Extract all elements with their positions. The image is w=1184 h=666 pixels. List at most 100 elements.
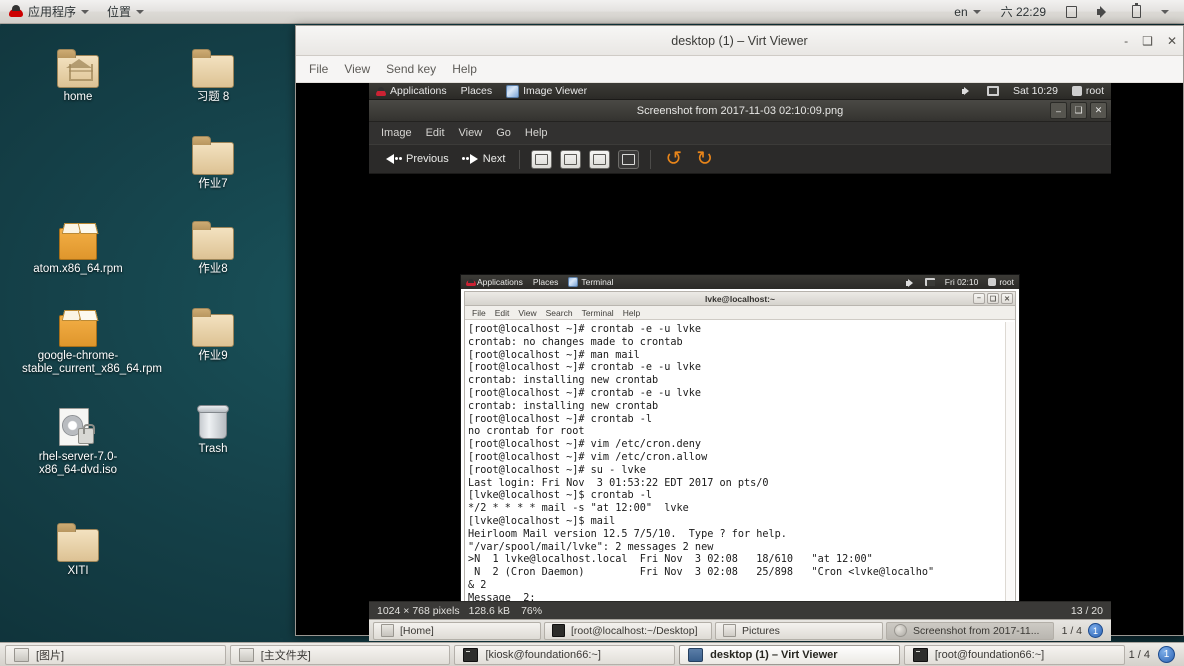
next-button-label: Next xyxy=(482,153,506,165)
places-menu[interactable]: 位置 xyxy=(98,0,153,24)
host-clock[interactable]: 六 22:29 xyxy=(992,0,1055,24)
best-fit-icon xyxy=(622,153,636,165)
menu-view[interactable]: View xyxy=(459,127,483,139)
menu-help[interactable]: Help xyxy=(452,62,477,76)
taskbar-item-pictures[interactable]: Pictures xyxy=(715,621,883,640)
toolbar-separator xyxy=(650,149,652,169)
virt-viewer-titlebar[interactable]: desktop (1) – Virt Viewer - ❑ ✕ xyxy=(296,26,1183,56)
guest-places-label: Places xyxy=(460,85,493,97)
taskbar-item-label: [Home] xyxy=(400,624,434,637)
zoom-out-button[interactable] xyxy=(560,149,582,169)
displayed-screenshot: Applications Places Terminal Fri 02:10 r… xyxy=(461,275,1019,641)
guest-volume-indicator[interactable] xyxy=(955,83,980,100)
menu-help[interactable]: Help xyxy=(525,127,548,139)
normal-size-icon xyxy=(593,153,607,165)
guest-applications-menu[interactable]: Applications xyxy=(369,83,454,100)
close-button[interactable]: ✕ xyxy=(1167,34,1177,48)
applications-menu[interactable]: 应用程序 xyxy=(0,0,98,24)
menu-go[interactable]: Go xyxy=(496,127,511,139)
next-button[interactable]: Next xyxy=(456,150,513,168)
file-manager-icon xyxy=(238,647,254,662)
guest-active-app[interactable]: Image Viewer xyxy=(499,83,594,100)
image-viewer-title: Screenshot from 2017-11-03 02:10:09.png xyxy=(636,104,844,117)
guest-taskbar: [Home] [root@localhost:~/Desktop] Pictur… xyxy=(369,619,1111,641)
guest-workspace-switcher[interactable]: 1 / 4 1 xyxy=(1062,623,1107,638)
image-viewer-titlebar[interactable]: Screenshot from 2017-11-03 02:10:09.png … xyxy=(369,100,1111,122)
taskbar-item-label: [主文件夹] xyxy=(260,649,311,662)
menu-image[interactable]: Image xyxy=(381,127,412,139)
menu-file[interactable]: File xyxy=(309,62,328,76)
previous-button-label: Previous xyxy=(406,153,449,165)
terminal-scrollbar xyxy=(1005,322,1014,641)
volume-icon xyxy=(961,86,973,96)
desktop-icon-zuoye9[interactable]: 作业9 xyxy=(157,301,269,363)
guest-network-indicator[interactable] xyxy=(980,83,1006,100)
taskbar-item-home[interactable]: [Home] xyxy=(373,621,541,640)
rotate-right-button[interactable]: ↻ xyxy=(696,149,713,169)
desktop-icon-home[interactable]: home xyxy=(22,42,134,104)
virt-viewer-guest-display[interactable]: Applications Places Image Viewer Sat 10:… xyxy=(296,83,1183,641)
desktop-icon-xiti[interactable]: XITI xyxy=(22,516,134,578)
desktop-icon-label: Trash xyxy=(198,443,228,455)
host-taskbar-item-pictures[interactable]: [图片] xyxy=(5,644,226,665)
folder-icon xyxy=(157,42,269,88)
desktop-icon-atom-rpm[interactable]: atom.x86_64.rpm xyxy=(22,214,134,276)
guest-user-menu[interactable]: root xyxy=(1065,83,1111,100)
guest-clock[interactable]: Sat 10:29 xyxy=(1006,83,1065,100)
menu-edit: Edit xyxy=(494,307,510,318)
host-workspace-switcher[interactable]: 1 / 4 1 xyxy=(1129,646,1179,663)
maximize-button[interactable]: ❑ xyxy=(1070,102,1087,119)
zoom-in-icon xyxy=(535,153,549,165)
network-icon xyxy=(924,278,935,286)
battery-indicator[interactable] xyxy=(1123,0,1150,24)
menu-edit[interactable]: Edit xyxy=(426,127,445,139)
terminal-window: lvke@localhost:~ – ❑ ✕ File Edit View Se… xyxy=(464,291,1016,641)
desktop-icon-zuoye8[interactable]: 作业8 xyxy=(157,214,269,276)
host-taskbar-item-home-folder[interactable]: [主文件夹] xyxy=(229,644,451,665)
rotate-left-button[interactable]: ↺ xyxy=(665,149,682,169)
volume-icon xyxy=(905,278,915,287)
keyboard-layout-indicator[interactable]: en xyxy=(945,0,989,24)
package-icon xyxy=(22,214,134,260)
screenshot-volume xyxy=(901,278,920,287)
close-button[interactable]: ✕ xyxy=(1090,102,1107,119)
display-icon xyxy=(1066,5,1077,18)
taskbar-item-label: [root@localhost:~/Desktop] xyxy=(571,624,698,637)
toolbar-separator xyxy=(519,149,521,169)
maximize-button[interactable]: ❑ xyxy=(1142,34,1153,48)
system-menu[interactable] xyxy=(1152,0,1178,24)
normal-size-button[interactable] xyxy=(589,149,611,169)
host-taskbar-item-root-terminal[interactable]: [root@foundation66:~] xyxy=(903,644,1125,665)
menu-view[interactable]: View xyxy=(344,62,370,76)
zoom-in-button[interactable] xyxy=(531,149,553,169)
previous-button[interactable]: Previous xyxy=(379,150,456,168)
menu-send-key[interactable]: Send key xyxy=(386,62,436,76)
volume-indicator[interactable] xyxy=(1088,0,1121,24)
redhat-icon xyxy=(376,86,386,96)
redhat-icon xyxy=(466,278,476,286)
guest-screen[interactable]: Applications Places Image Viewer Sat 10:… xyxy=(369,83,1111,641)
virt-viewer-title: desktop (1) – Virt Viewer xyxy=(671,33,808,48)
host-taskbar-item-virt-viewer[interactable]: desktop (1) – Virt Viewer xyxy=(679,644,900,665)
file-manager-icon xyxy=(381,624,394,637)
image-viewer-canvas[interactable]: Applications Places Terminal Fri 02:10 r… xyxy=(369,196,1111,641)
host-taskbar-item-kiosk-terminal[interactable]: [kiosk@foundation66:~] xyxy=(454,644,676,665)
desktop-icon-label: atom.x86_64.rpm xyxy=(33,263,123,275)
desktop-icon-chrome-rpm[interactable]: google-chrome-stable_current_x86_64.rpm xyxy=(22,301,162,376)
screenshot-active-app-label: Terminal xyxy=(581,277,614,287)
image-viewer-window[interactable]: Screenshot from 2017-11-03 02:10:09.png … xyxy=(369,100,1111,641)
desktop-icon-zuoye7[interactable]: 作业7 xyxy=(157,129,269,191)
taskbar-item-screenshot[interactable]: Screenshot from 2017-11... xyxy=(886,621,1054,640)
desktop-icon-label: home xyxy=(63,91,93,103)
desktop-icon-trash[interactable]: Trash xyxy=(157,394,269,456)
taskbar-item-root-desktop[interactable]: [root@localhost:~/Desktop] xyxy=(544,621,712,640)
virt-viewer-window[interactable]: desktop (1) – Virt Viewer - ❑ ✕ File Vie… xyxy=(295,25,1184,641)
desktop-icon-rhel-iso[interactable]: rhel-server-7.0-x86_64-dvd.iso xyxy=(22,402,134,477)
guest-places-menu[interactable]: Places xyxy=(454,83,500,100)
desktop-icon-xiti-8[interactable]: 习题 8 xyxy=(157,42,269,104)
minimize-button[interactable]: - xyxy=(1124,34,1128,48)
minimize-button[interactable]: – xyxy=(1050,102,1067,119)
best-fit-button[interactable] xyxy=(618,149,640,169)
screenshot-applications-label: Applications xyxy=(477,277,523,287)
display-indicator[interactable] xyxy=(1057,0,1086,24)
